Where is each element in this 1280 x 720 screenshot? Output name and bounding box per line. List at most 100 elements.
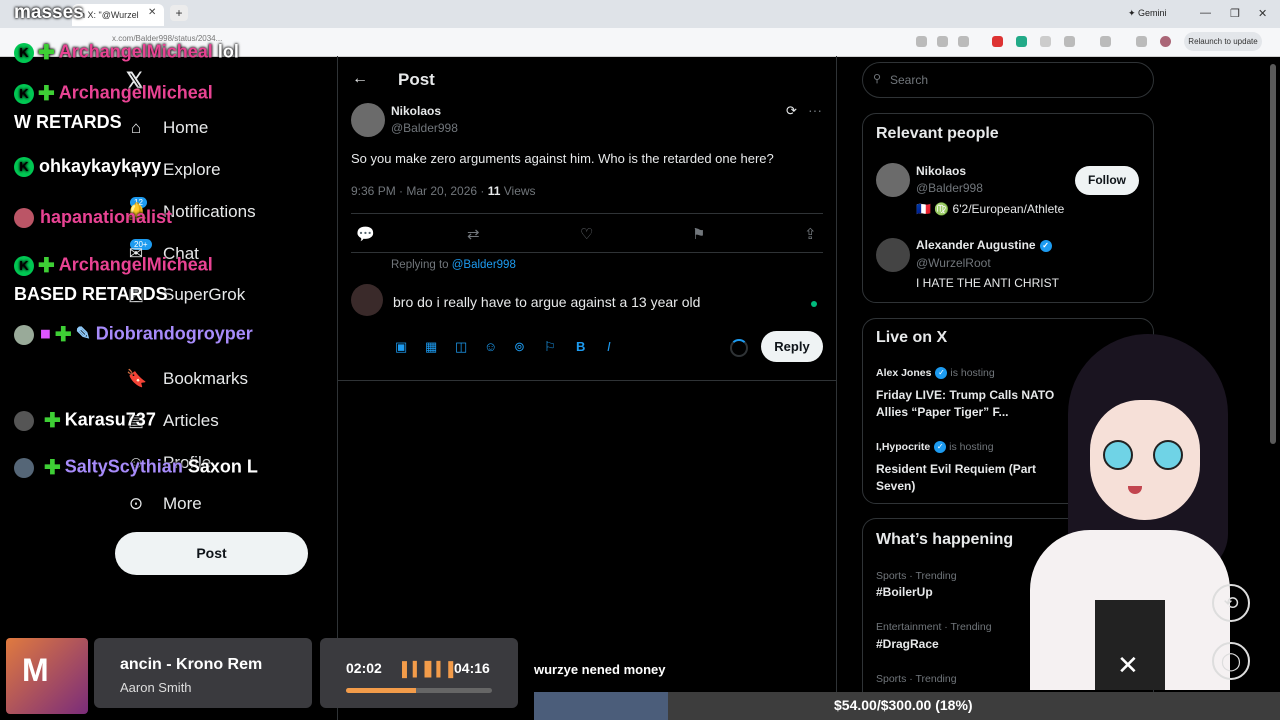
image-icon[interactable]: ▣ bbox=[395, 339, 407, 355]
author-avatar[interactable] bbox=[351, 103, 385, 137]
nav-home[interactable]: ⌂ Home bbox=[126, 114, 209, 142]
extension-icon[interactable] bbox=[1016, 36, 1027, 47]
home-icon: ⌂ bbox=[130, 118, 142, 137]
chat-line: K ✚ ArchangelMicheal lol bbox=[14, 40, 239, 65]
relaunch-button[interactable]: Relaunch to update bbox=[1184, 32, 1262, 51]
person-bio: 🇫🇷 ♍ 6'2/European/Athlete bbox=[916, 202, 1065, 216]
sidebar-icon[interactable] bbox=[1100, 36, 1111, 47]
chat-line: ✚ Karasu737 bbox=[14, 408, 156, 433]
nav-more[interactable]: ⊙ More bbox=[126, 490, 202, 518]
new-tab-button[interactable]: + bbox=[170, 5, 188, 21]
star-icon[interactable] bbox=[958, 36, 969, 47]
trend-tag[interactable]: #DragRace bbox=[876, 637, 939, 651]
chat-avatar bbox=[14, 457, 34, 478]
person-handle[interactable]: @Balder998 bbox=[916, 181, 983, 195]
track-artist: Aaron Smith bbox=[120, 680, 192, 695]
like-icon[interactable]: ♡ bbox=[580, 225, 593, 243]
repost-icon[interactable]: ⇄ bbox=[467, 225, 480, 243]
person-name[interactable]: Alexander Augustine ✓ bbox=[916, 238, 1052, 252]
chat-line: K ✚ ArchangelMicheal bbox=[14, 81, 213, 106]
trend-tag[interactable]: #BoilerUp bbox=[876, 585, 933, 599]
verified-icon: ✓ bbox=[935, 367, 948, 380]
author-name[interactable]: Nikolaos bbox=[391, 104, 441, 118]
trend-category: Entertainment · Trending bbox=[876, 621, 992, 633]
post-button[interactable]: Post bbox=[115, 532, 308, 575]
bold-icon[interactable]: B bbox=[576, 339, 585, 354]
more-circle-icon: ⊙ bbox=[128, 494, 144, 513]
tab-close-icon[interactable]: ✕ bbox=[148, 7, 156, 18]
close-window-icon[interactable]: ✕ bbox=[1258, 7, 1267, 20]
my-avatar[interactable] bbox=[351, 284, 383, 316]
location-icon[interactable]: ⊚ bbox=[514, 339, 525, 355]
profile-avatar[interactable] bbox=[1160, 36, 1171, 47]
grok-compose-icon[interactable]: ⟲ bbox=[1212, 584, 1250, 622]
equalizer-icon: ▌▍▋▍▌ bbox=[402, 661, 460, 677]
kick-badge-icon: K bbox=[14, 83, 34, 104]
grok-icon[interactable]: ◫ bbox=[455, 339, 467, 355]
emoji-icon[interactable]: ☺ bbox=[484, 339, 497, 354]
live-item-title[interactable]: Friday LIVE: Trump Calls NATO Allies “Pa… bbox=[876, 387, 1056, 421]
scrollbar[interactable] bbox=[1270, 64, 1276, 444]
replying-handle[interactable]: @Balder998 bbox=[452, 259, 516, 271]
search-placeholder: Search bbox=[890, 73, 929, 87]
italic-icon[interactable]: I bbox=[607, 339, 611, 354]
bookmark-icon: 🔖 bbox=[126, 369, 148, 388]
trend-category: Sports · Trending bbox=[876, 570, 957, 582]
chat-avatar bbox=[14, 324, 34, 345]
track-title: ancin - Krono Rem bbox=[120, 656, 263, 673]
grok-edit-icon[interactable]: ⟳ bbox=[786, 103, 797, 119]
reply-input[interactable] bbox=[393, 292, 773, 312]
reading-list-icon[interactable] bbox=[1136, 36, 1147, 47]
install-icon[interactable] bbox=[916, 36, 927, 47]
elapsed-time: 02:02 bbox=[346, 660, 382, 676]
kick-badge-icon: K bbox=[14, 255, 34, 276]
chat-line: hapanationalist bbox=[14, 207, 172, 229]
zoom-icon[interactable] bbox=[937, 36, 948, 47]
vtuber-ribbon-icon: ✕ bbox=[1117, 650, 1139, 680]
trend-category: Sports · Trending bbox=[876, 673, 957, 685]
tweet-text: So you make zero arguments against him. … bbox=[351, 151, 774, 166]
maximize-icon[interactable]: ❐ bbox=[1230, 7, 1240, 20]
chat-avatar bbox=[14, 410, 34, 431]
author-handle[interactable]: @Balder998 bbox=[391, 121, 458, 135]
extension-icon[interactable] bbox=[1040, 36, 1051, 47]
chat-avatar bbox=[14, 208, 34, 229]
gif-icon[interactable]: ▦ bbox=[425, 339, 437, 355]
stream-title: masses bbox=[14, 2, 84, 23]
person-avatar[interactable] bbox=[876, 163, 910, 197]
extension-icon[interactable] bbox=[992, 36, 1003, 47]
goal-text: $54.00/$300.00 (18%) bbox=[834, 697, 973, 713]
reply-button[interactable]: Reply bbox=[761, 331, 823, 362]
sub-badge-icon: ✚ bbox=[38, 83, 55, 105]
vtuber-eye bbox=[1103, 440, 1133, 470]
back-arrow-icon[interactable]: ← bbox=[352, 70, 368, 88]
chat-message: BASED RETARDS bbox=[14, 284, 168, 304]
relevant-people-title: Relevant people bbox=[876, 125, 999, 142]
live-host[interactable]: Alex Jones ✓ is hosting bbox=[876, 367, 995, 380]
follow-button[interactable]: Follow bbox=[1075, 166, 1139, 195]
share-icon[interactable]: ⇪ bbox=[804, 225, 817, 243]
vtuber-eye bbox=[1153, 440, 1183, 470]
nav-bookmarks[interactable]: 🔖 Bookmarks bbox=[126, 365, 248, 393]
page-title: Post bbox=[398, 70, 435, 89]
flag-icon[interactable]: ⚐ bbox=[544, 339, 556, 355]
person-name[interactable]: Nikolaos bbox=[916, 164, 966, 178]
puzzle-icon[interactable] bbox=[1064, 36, 1075, 47]
minimize-icon[interactable]: — bbox=[1200, 7, 1211, 19]
verified-icon: ✓ bbox=[1039, 239, 1052, 252]
live-item-title[interactable]: Resident Evil Requiem (Part Seven) bbox=[876, 461, 1056, 495]
search-icon: ⚲ bbox=[873, 73, 882, 85]
person-avatar[interactable] bbox=[876, 238, 910, 272]
reply-icon[interactable]: 💬 bbox=[356, 225, 375, 243]
person-bio: I HATE THE ANTI CHRIST bbox=[916, 276, 1059, 290]
messages-icon[interactable]: ◯ bbox=[1212, 642, 1250, 680]
live-host[interactable]: I,Hypocrite ✓ is hosting bbox=[876, 441, 994, 454]
views-count: 11 bbox=[487, 184, 501, 198]
gemini-button[interactable]: ✦ Gemini bbox=[1128, 8, 1167, 19]
sub-badge-icon: ✚ bbox=[38, 255, 55, 277]
more-options-icon[interactable]: ··· bbox=[808, 102, 822, 118]
person-handle[interactable]: @WurzelRoot bbox=[916, 256, 991, 270]
divider bbox=[338, 380, 836, 381]
sub-badge-icon: ✚ bbox=[54, 324, 72, 346]
bookmark-icon[interactable]: ⚑ bbox=[692, 225, 705, 243]
